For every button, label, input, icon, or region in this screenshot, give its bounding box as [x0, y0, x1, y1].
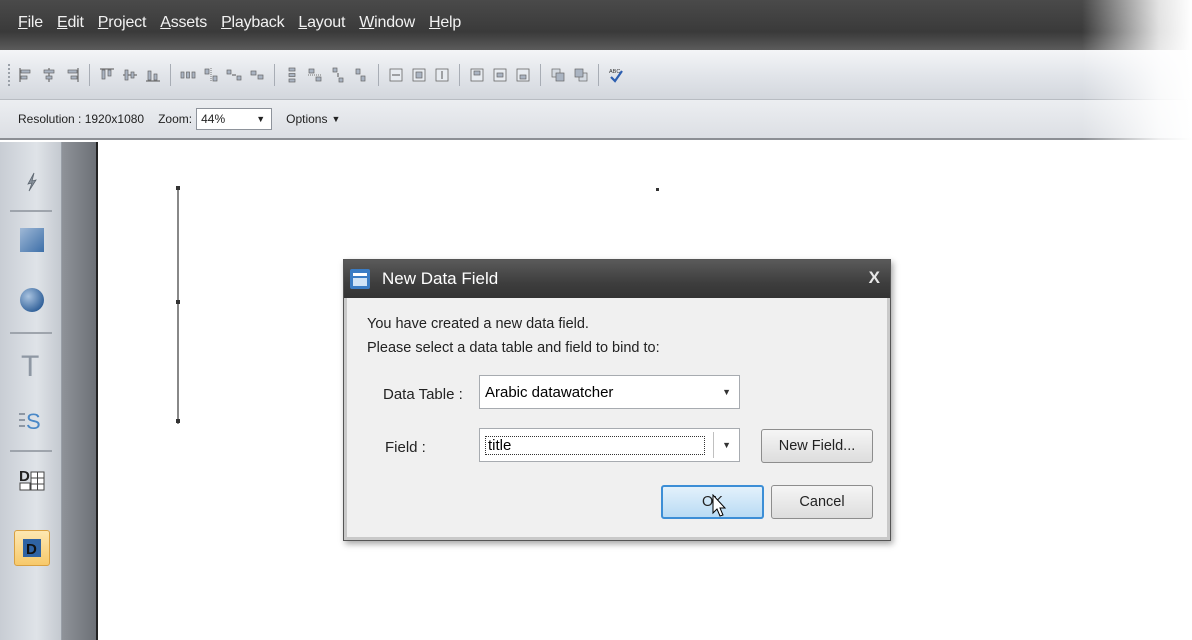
bring-front-icon[interactable] [549, 66, 567, 84]
mouse-cursor-icon [712, 494, 727, 517]
scroll-text-tool-icon[interactable]: S [14, 402, 50, 438]
new-data-field-dialog: New Data Field X You have created a new … [343, 259, 891, 541]
field-label: Field : [385, 439, 426, 456]
align-bottom-icon[interactable] [144, 66, 162, 84]
dialog-message-line1: You have created a new data field. [367, 316, 589, 332]
data-table-label: Data Table : [383, 386, 463, 403]
distribute-vertical-icon[interactable] [283, 66, 301, 84]
menu-window[interactable]: Window [359, 14, 415, 32]
chevron-down-icon: ▼ [331, 114, 341, 124]
same-height-icon[interactable] [433, 66, 451, 84]
options-dropdown[interactable]: Options ▼ [286, 112, 340, 126]
resolution-label: Resolution : 1920x1080 [18, 112, 145, 126]
window-icon [350, 269, 370, 289]
combo-divider [713, 432, 715, 458]
chevron-down-icon: ▼ [722, 440, 731, 450]
menu-project[interactable]: Project [98, 14, 147, 32]
tool-separator [10, 210, 52, 212]
data-table-tool-icon[interactable]: D [14, 462, 50, 498]
align-center-icon[interactable] [40, 66, 58, 84]
align-top-icon[interactable] [98, 66, 116, 84]
dialog-title: New Data Field [382, 269, 499, 288]
center-vertical-icon[interactable] [514, 66, 532, 84]
tool-panel: T S D D [0, 142, 62, 640]
tool-separator [10, 332, 52, 334]
send-back-icon[interactable] [572, 66, 590, 84]
svg-text:D: D [19, 468, 30, 485]
ellipse-tool-icon[interactable] [14, 282, 50, 318]
chevron-down-icon: ▼ [722, 387, 731, 397]
menu-playback[interactable]: Playback [221, 14, 285, 32]
distribute-h-center-icon[interactable] [202, 66, 220, 84]
rectangle-tool-icon[interactable] [14, 222, 50, 258]
same-width-icon[interactable] [387, 66, 405, 84]
data-table-value: Arabic datawatcher [485, 383, 614, 401]
distribute-v-bottom-icon[interactable] [352, 66, 370, 84]
svg-text:T: T [21, 350, 39, 379]
distribute-horizontal-icon[interactable] [179, 66, 197, 84]
dialog-message-line2: Please select a data table and field to … [367, 340, 660, 356]
menu-layout[interactable]: Layout [298, 14, 345, 32]
toolbar-separator [89, 63, 90, 86]
toolbar-separator [274, 63, 275, 86]
align-middle-icon[interactable] [121, 66, 139, 84]
new-field-button[interactable]: New Field... [761, 429, 873, 463]
center-both-icon[interactable] [491, 66, 509, 84]
chevron-down-icon: ▼ [256, 114, 266, 124]
distribute-h-right-icon[interactable] [248, 66, 266, 84]
dialog-body: You have created a new data field. Pleas… [344, 298, 890, 540]
distribute-v-spacing-icon[interactable] [329, 66, 347, 84]
tool-separator [10, 450, 52, 452]
svg-text:D: D [26, 541, 37, 558]
data-field-tool-icon[interactable]: D [14, 530, 50, 566]
toolbar-separator [598, 63, 599, 86]
cancel-button[interactable]: Cancel [771, 485, 873, 519]
text-tool-icon[interactable]: T [14, 346, 50, 382]
field-select[interactable]: title ▼ [479, 428, 740, 462]
canvas-gutter [62, 142, 96, 640]
menu-file[interactable]: File [18, 14, 43, 32]
toolbar-separator [540, 63, 541, 86]
toolbar-separator [378, 63, 379, 86]
distribute-v-center-icon[interactable] [306, 66, 324, 84]
menu-assets[interactable]: Assets [160, 14, 207, 32]
align-right-icon[interactable] [63, 66, 81, 84]
distribute-h-spacing-icon[interactable] [225, 66, 243, 84]
align-toolbar: ABC [0, 50, 1192, 100]
align-left-icon[interactable] [17, 66, 35, 84]
zoom-value: 44% [201, 112, 226, 126]
center-horizontal-icon[interactable] [468, 66, 486, 84]
data-table-select[interactable]: Arabic datawatcher ▼ [479, 375, 740, 409]
toolbar-separator [170, 63, 171, 86]
close-icon[interactable]: X [869, 268, 880, 288]
zoom-label: Zoom: [158, 112, 193, 126]
toolbar-separator [459, 63, 460, 86]
menu-help[interactable]: Help [429, 14, 461, 32]
menu-edit[interactable]: Edit [57, 14, 84, 32]
options-label: Options [286, 112, 328, 126]
same-size-icon[interactable] [410, 66, 428, 84]
spellcheck-icon[interactable]: ABC [607, 66, 625, 84]
svg-text:S: S [26, 409, 41, 434]
dialog-titlebar[interactable]: New Data Field X [344, 260, 890, 298]
field-value: title [485, 435, 706, 455]
toolbar-grip[interactable] [8, 63, 12, 86]
select-tool-icon[interactable] [14, 164, 50, 200]
zoom-select[interactable]: 44% ▼ [196, 108, 273, 130]
options-bar: Resolution : 1920x1080 Zoom: 44% ▼ Optio… [0, 100, 1192, 140]
